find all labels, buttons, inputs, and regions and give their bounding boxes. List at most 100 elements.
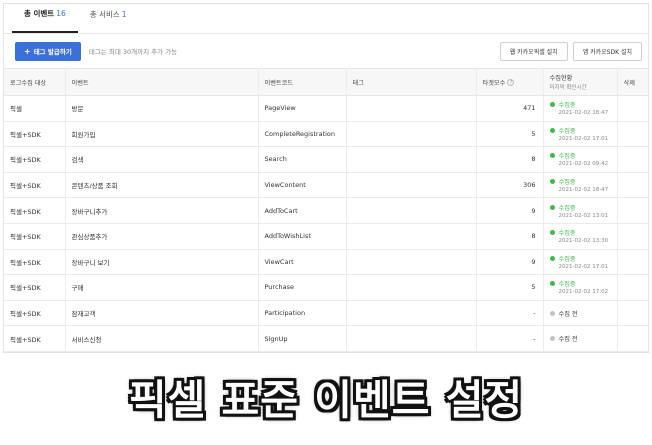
cell-delete [617,121,648,148]
cell-status: 수집중 2021-02-02 17:02 [543,274,618,301]
cell-count: 8 [476,146,544,173]
header-count: 타겟모수? [476,68,544,96]
cell-event: 장바구니 보기 [65,249,259,276]
tab-all-events[interactable]: 총 이벤트 16 [12,4,78,33]
cell-status: 수집중 2021-02-02 18:47 [543,95,618,122]
table-row[interactable]: 픽셀+SDK 관심상품추가 AddToWishList 8 수집중 2021-02-02 … [4,223,648,250]
status-label: 수집 전 [558,310,578,318]
cell-target: 픽셀+SDK [4,197,66,224]
status-time: 2021-02-02 17:01 [558,263,609,270]
cell-count: - [476,300,544,327]
cell-code: ViewContent [258,172,347,199]
cell-event: 회원가입 [65,121,259,148]
table-row[interactable]: 픽셀+SDK 검색 Search 8 수집중 2021-02-02 09:42 [4,146,648,173]
cell-code: ViewCart [258,249,347,276]
status-label: 수집 전 [558,336,578,344]
cell-status: 수집중 2021-02-02 13:30 [543,223,618,250]
status-label: 수집중 [558,102,576,110]
tab-label: 총 이벤트 [24,8,55,18]
caption-title: 픽셀 표준 이벤트 설정 [128,376,524,424]
cell-target: 픽셀+SDK [4,325,66,352]
status-indicator: 수집중 [549,203,611,212]
status-indicator: 수집중 [549,100,611,110]
add-tag-button[interactable]: + 태그 발급하기 [15,41,81,61]
cell-status: 수집중 2021-02-02 18:47 [543,172,618,199]
status-indicator: 수집중 [549,254,611,263]
table-row[interactable]: 픽셀+SDK 장바구니추가 AddToCart 9 수집중 2021-02-02 13:0… [4,197,648,224]
status-dot-icon [549,255,555,261]
status-time: 2021-02-02 13:01 [558,212,609,219]
tab-all-services[interactable]: 총 서비스 1 [78,4,139,33]
cell-count: 306 [476,172,544,199]
cell-count: 5 [476,274,544,301]
cell-event: 장바구니추가 [65,197,259,224]
event-panel: 총 이벤트 16 총 서비스 1 + 태그 발급하기 태그는 최대 30개까지 추가 … [3,3,649,353]
header-status-label: 수집현황 [549,75,573,82]
header-target: 로그수집 대상 [4,68,66,96]
table-header-row: 로그수집 대상 이벤트 이벤트코드 태그 타겟모수? 수집현황 마지막 확인시간 … [4,68,648,96]
status-indicator: 수집중 [549,228,611,238]
cell-delete [617,172,648,199]
cell-delete [617,274,648,301]
status-dot-icon [549,310,555,316]
cell-tag [346,325,477,352]
status-label: 수집중 [558,153,576,161]
cell-status: 수집 전 [543,300,618,327]
status-indicator: 수집 전 [549,334,611,344]
status-time: 2021-02-02 18:47 [558,110,609,117]
add-tag-label: 태그 발급하기 [33,48,72,56]
cell-code: SignUp [258,325,347,352]
cell-event: 구매 [65,274,259,301]
cell-count: 9 [476,249,544,276]
cell-event: 방문 [65,95,259,122]
cell-tag [346,274,477,301]
table-row[interactable]: 픽셀+SDK 콘텐츠/상품 조회 ViewContent 306 수집중 2021-02-… [4,172,648,199]
table-row[interactable]: 픽셀 방문 PageView 471 수집중 2021-02-02 18:47 [4,95,648,122]
cell-tag [346,146,477,173]
cell-tag [346,95,477,122]
cell-count: 5 [476,121,544,148]
header-count-label: 타겟모수 [482,79,506,87]
table-row[interactable]: 픽셀+SDK 서비스신청 SignUp - 수집 전 [4,325,648,352]
cell-code: AddToCart [258,197,347,224]
status-label: 수집중 [558,230,576,238]
cell-count: 471 [476,95,544,122]
cell-status: 수집중 2021-02-02 13:01 [543,197,618,224]
install-pixel-button[interactable]: 웹 카카오픽셀 설치 [499,41,568,61]
status-dot-icon [549,230,555,236]
status-indicator: 수집중 [549,151,611,161]
cell-event: 서비스신청 [65,325,259,352]
cell-tag [346,223,477,250]
status-label: 수집중 [558,204,576,212]
status-dot-icon [549,336,555,342]
status-label: 수집중 [558,127,576,135]
cell-target: 픽셀+SDK [4,223,66,250]
cell-count: - [476,325,544,352]
status-time: 2021-02-02 18:47 [558,187,609,194]
cell-status: 수집중 2021-02-02 09:42 [543,146,618,173]
cell-target: 픽셀+SDK [4,121,66,148]
cell-code: PageView [258,95,347,122]
cell-tag [346,172,477,199]
tab-count: 16 [56,8,66,18]
status-dot-icon [549,153,555,159]
plus-icon: + [24,46,31,56]
install-sdk-button[interactable]: 앱 카카오SDK 설치 [572,41,642,61]
help-icon[interactable]: ? [507,79,515,86]
cell-code: AddToWishList [258,223,347,250]
table-row[interactable]: 픽셀+SDK 구매 Purchase 5 수집중 2021-02-02 17:02 [4,274,648,301]
table-row[interactable]: 픽셀+SDK 장바구니 보기 ViewCart 9 수집중 2021-02-02 17:0… [4,249,648,276]
cell-code: CompleteRegistration [258,121,347,148]
cell-event: 관심상품추가 [65,223,259,250]
status-time: 2021-02-02 17:02 [558,289,609,296]
cell-target: 픽셀+SDK [4,300,66,327]
cell-delete [617,95,648,122]
status-dot-icon [549,179,555,185]
cell-delete [617,325,648,352]
table-row[interactable]: 픽셀+SDK 회원가입 CompleteRegistration 5 수집중 2021-0… [4,121,648,148]
status-dot-icon [549,102,555,108]
cell-delete [617,249,648,276]
cell-delete [617,197,648,224]
status-indicator: 수집 전 [549,309,611,318]
table-row[interactable]: 픽셀+SDK 잠재고객 Participation - 수집 전 [4,300,648,327]
